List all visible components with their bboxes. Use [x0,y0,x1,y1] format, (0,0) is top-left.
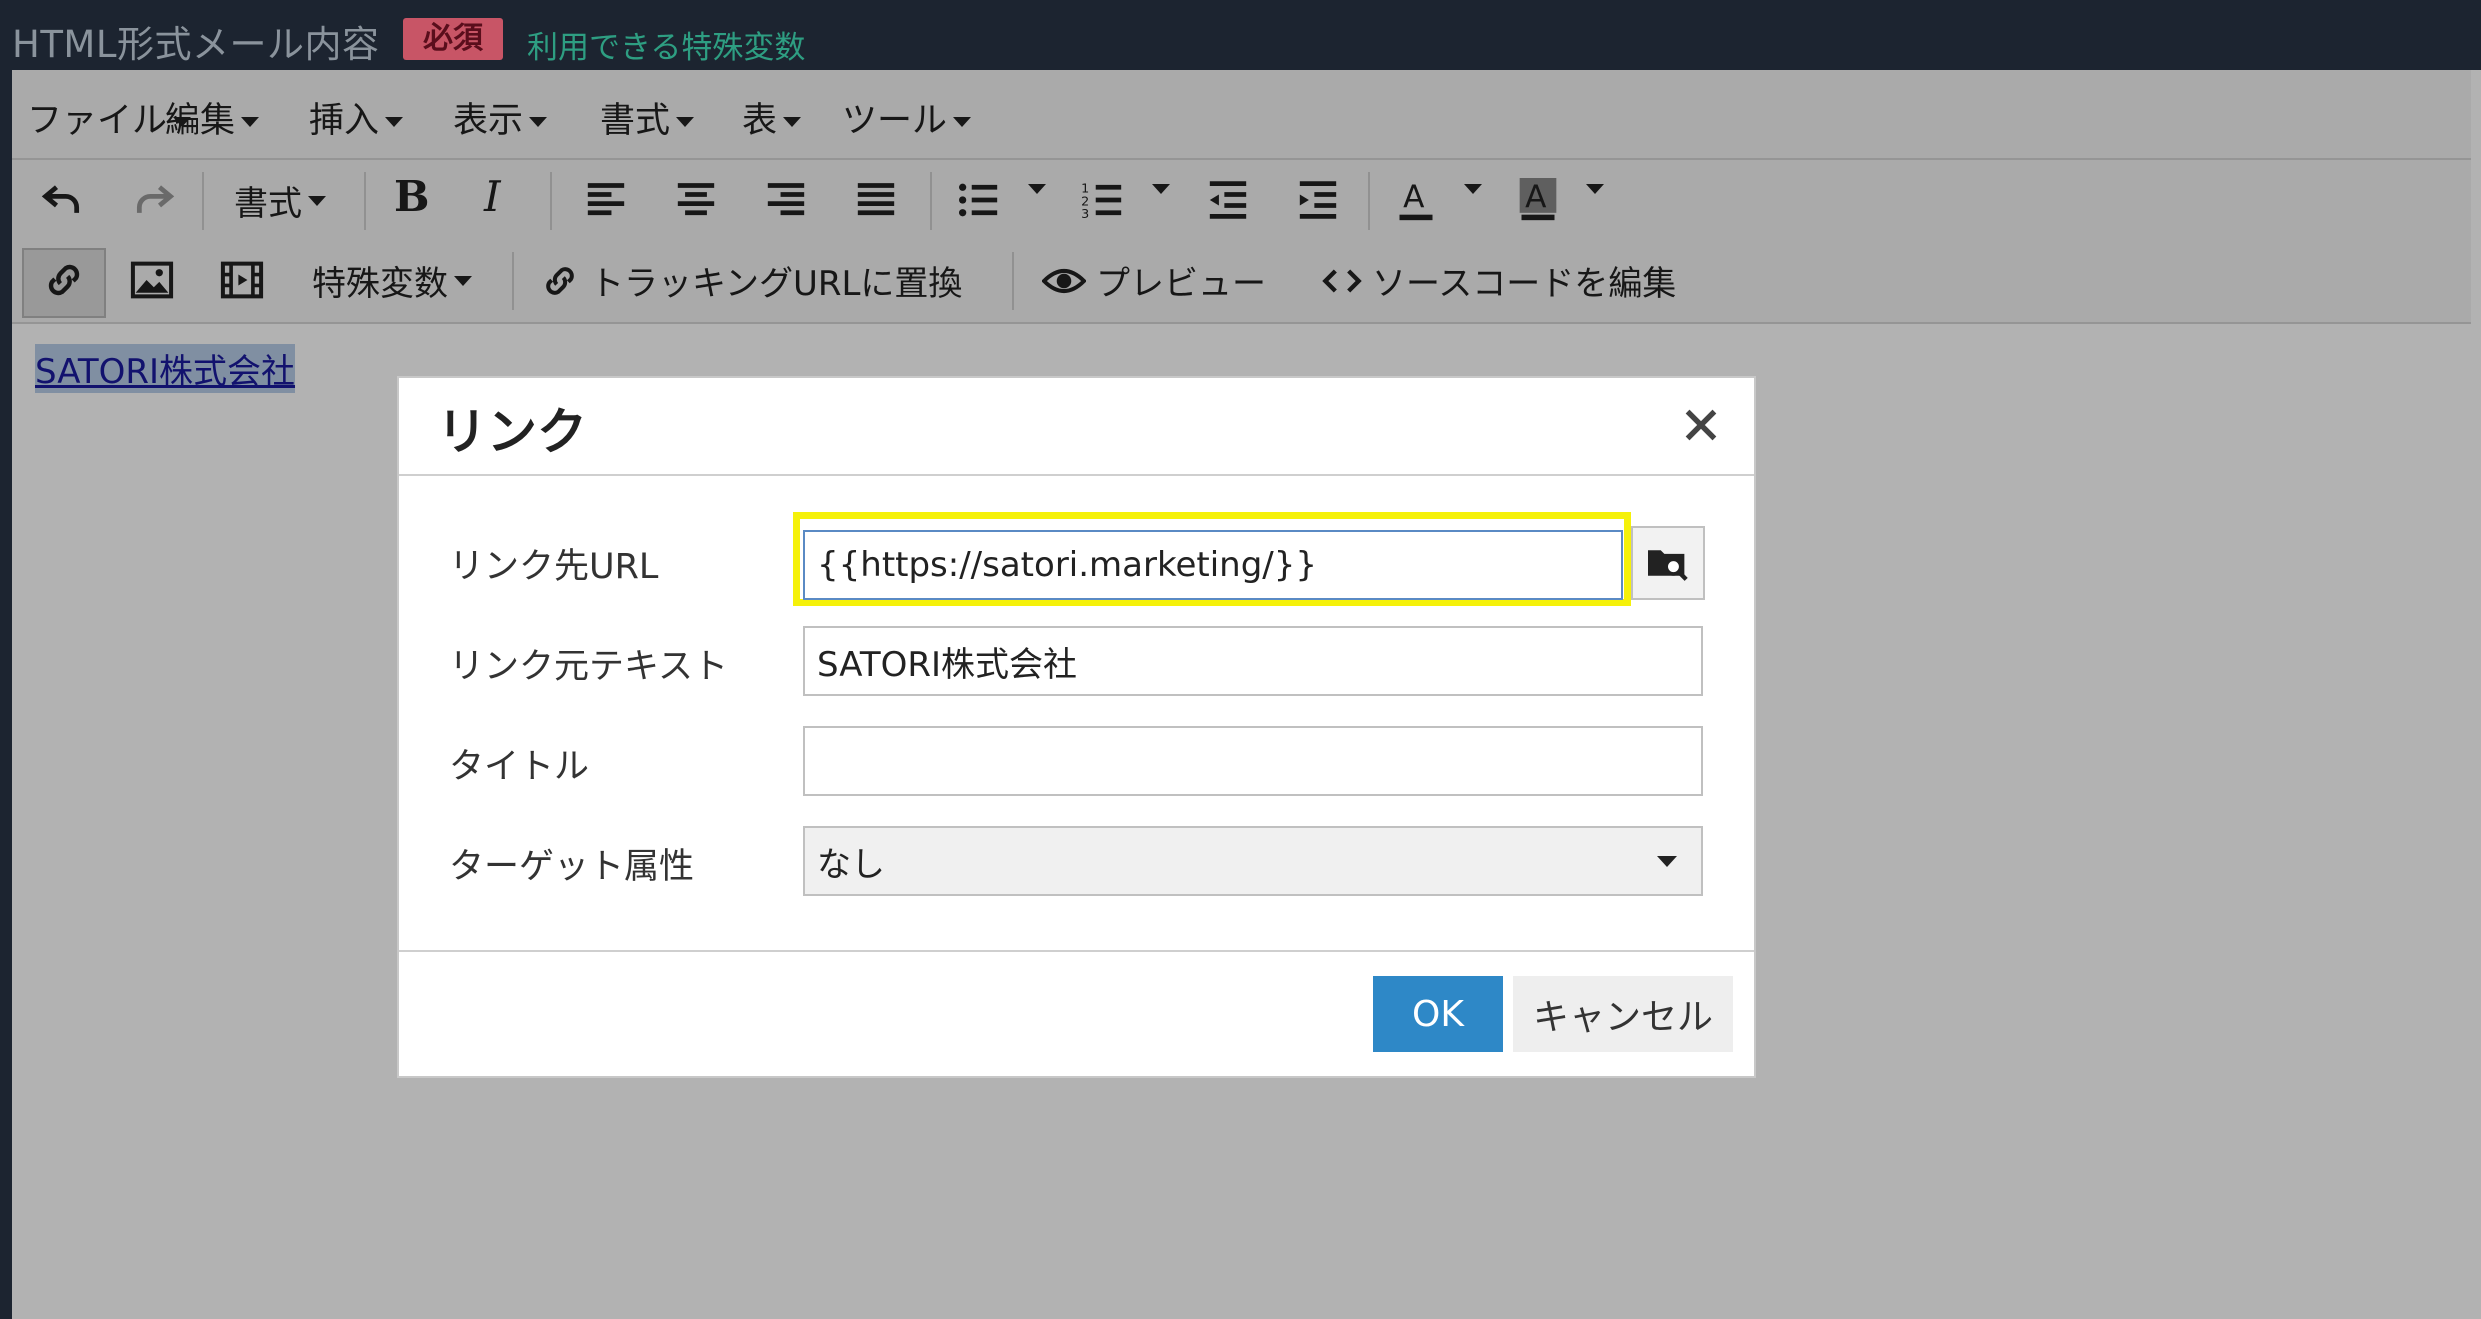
target-label: ターゲット属性 [449,847,695,887]
link-text-input[interactable]: SATORI株式会社 [803,626,1703,696]
link-dialog: リンク リンク先URL {{https://satori.marketing/}… [397,376,1756,1078]
title-label: タイトル [449,747,590,787]
browse-button[interactable] [1631,526,1705,600]
dialog-header: リンク [399,378,1754,476]
field-title: HTML形式メール内容 [12,23,380,66]
url-label: リンク先URL [449,547,659,587]
link-text-label: リンク元テキスト [449,647,728,687]
dialog-title: リンク [437,403,587,461]
special-variables-link[interactable]: 利用できる特殊変数 [527,22,805,67]
url-input[interactable]: {{https://satori.marketing/}} [803,530,1623,600]
title-input[interactable] [803,726,1703,796]
dialog-footer: OK キャンセル [399,950,1754,1082]
ok-button[interactable]: OK [1373,976,1503,1052]
editor-header: HTML形式メール内容 必須 利用できる特殊変数 [0,0,2481,70]
target-select[interactable]: なし [803,826,1703,896]
target-select-value: なし [817,844,885,885]
folder-search-icon [1648,550,1688,581]
cancel-button[interactable]: キャンセル [1513,976,1733,1052]
close-icon[interactable] [1678,402,1724,448]
required-badge: 必須 [403,18,503,60]
chevron-down-icon [1657,855,1677,867]
